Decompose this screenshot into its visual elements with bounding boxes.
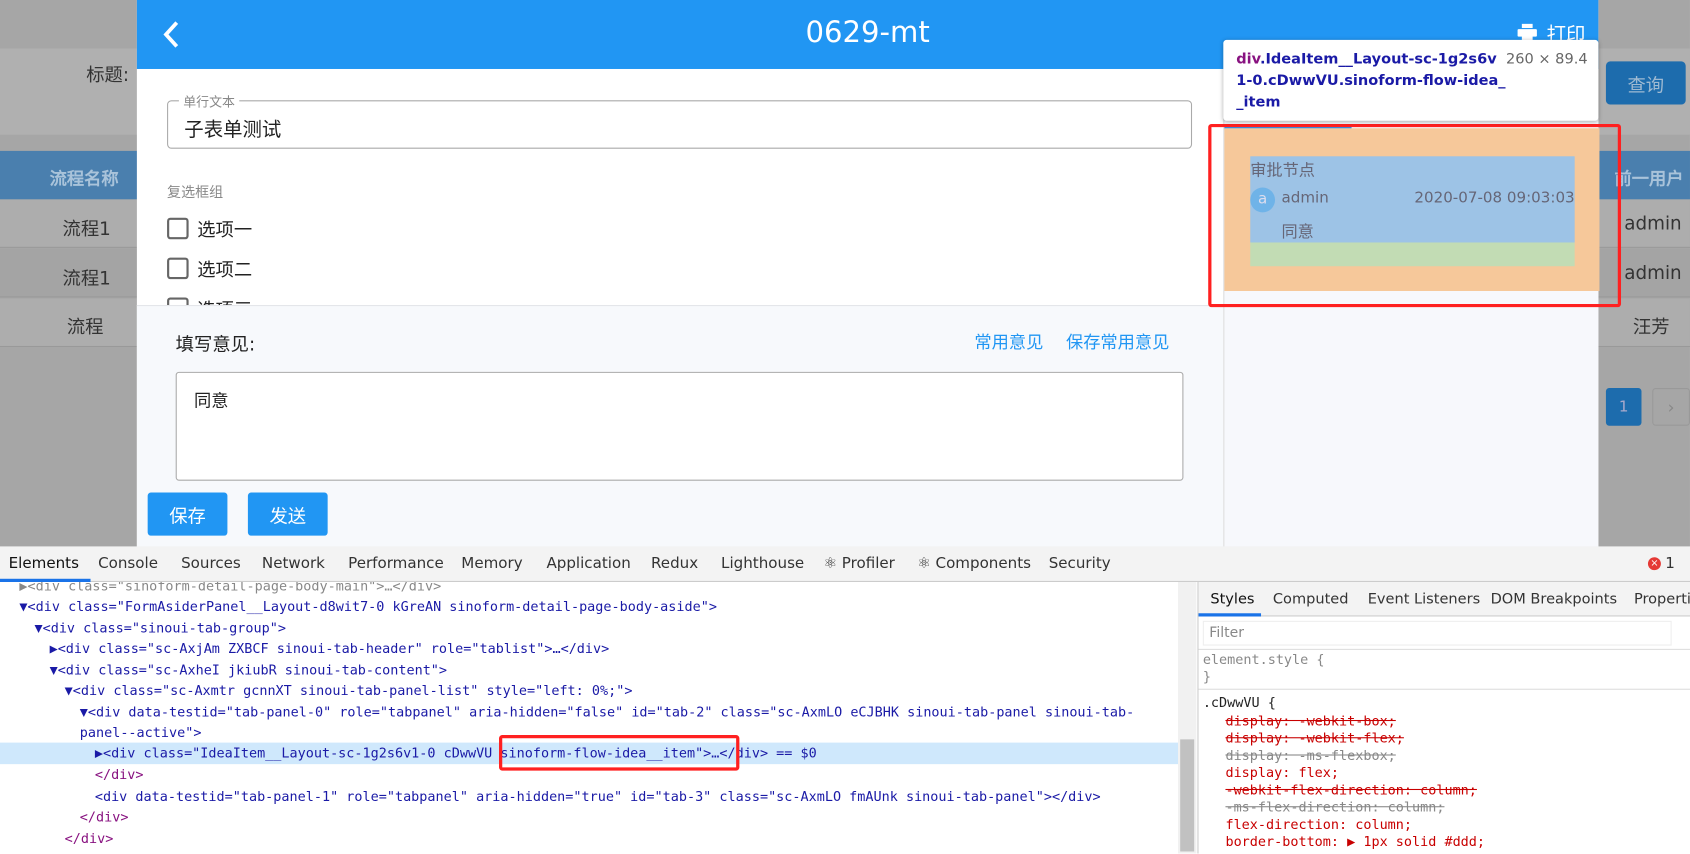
- next-page-button[interactable]: ›: [1652, 388, 1690, 426]
- dom-line[interactable]: ▼<div class="FormAsiderPanel__Layout-d8w…: [19, 596, 717, 618]
- style-declaration[interactable]: display: flex;: [1225, 764, 1339, 780]
- style-declaration[interactable]: display: -ms-flexbox;: [1225, 747, 1395, 763]
- style-declaration[interactable]: display: -webkit-flex;: [1225, 730, 1403, 746]
- devtools-tab-bar: Elements Console Sources Network Perform…: [0, 546, 1690, 583]
- checkbox[interactable]: [167, 257, 189, 279]
- tooltip-selector: .IdeaItem__Layout-sc-1g2s6v1-0.cDwwVU.si…: [1236, 50, 1506, 112]
- checkbox-group-label: 复选框组: [167, 185, 224, 202]
- option-label: 选项一: [197, 219, 253, 242]
- tab-memory[interactable]: Memory: [461, 555, 522, 572]
- tab-properties[interactable]: Properties: [1634, 591, 1690, 608]
- tab-performance[interactable]: Performance: [348, 555, 444, 572]
- dom-scrollbar[interactable]: [1178, 582, 1197, 854]
- style-declaration[interactable]: flex-direction: column;: [1225, 816, 1412, 832]
- styles-filter-input[interactable]: Filter: [1202, 620, 1672, 646]
- tab-styles[interactable]: Styles: [1210, 591, 1254, 608]
- dom-line[interactable]: ▼<div data-testid="tab-panel-0" role="ta…: [80, 702, 1134, 724]
- tab-computed[interactable]: Computed: [1273, 591, 1349, 608]
- style-rule-selector[interactable]: .cDwwVU {: [1203, 694, 1276, 710]
- style-declaration[interactable]: display: -webkit-box;: [1225, 712, 1395, 728]
- field-value: 子表单测试: [184, 118, 282, 142]
- dom-line[interactable]: ▼<div class="sc-AxheI jkiubR sinoui-tab-…: [50, 660, 447, 682]
- tab-elements[interactable]: Elements: [9, 555, 79, 572]
- style-rule-close: }: [1202, 668, 1211, 685]
- send-button[interactable]: 发送: [247, 492, 328, 536]
- page-1-button[interactable]: 1: [1605, 388, 1642, 426]
- dom-line[interactable]: </div>: [80, 806, 129, 828]
- cell-name: 流程: [66, 316, 104, 339]
- cell-user: admin: [1624, 262, 1682, 285]
- tooltip-tag: div: [1236, 50, 1260, 68]
- style-declaration[interactable]: -ms-flex-direction: column;: [1225, 799, 1444, 815]
- opinion-section: 填写意见: 常用意见 保存常用意见 同意 保存 发送: [136, 305, 1224, 547]
- cell-name: 流程1: [62, 268, 111, 290]
- tab-components[interactable]: ⚛ Components: [917, 555, 1031, 572]
- checkbox[interactable]: [167, 217, 189, 239]
- dom-line: panel--active">: [79, 724, 202, 741]
- common-opinion-link[interactable]: 常用意见: [974, 328, 1043, 354]
- col-header-user: 前一用户: [1614, 168, 1684, 189]
- query-button[interactable]: 查询: [1605, 61, 1686, 105]
- dom-line[interactable]: ▼<div class="sc-Axmtr gcnnXT sinoui-tab-…: [65, 680, 633, 702]
- opinion-textarea[interactable]: 同意: [175, 371, 1184, 481]
- tab-network[interactable]: Network: [262, 555, 325, 572]
- error-icon[interactable]: ×: [1647, 557, 1661, 571]
- cell-name: 流程1: [62, 218, 111, 241]
- style-declaration[interactable]: -webkit-flex-direction: column;: [1225, 781, 1476, 797]
- tab-dom-breakpoints[interactable]: DOM Breakpoints: [1491, 591, 1617, 608]
- tab-application[interactable]: Application: [546, 555, 630, 572]
- dom-line[interactable]: <div data-testid="tab-panel-1" role="tab…: [95, 786, 1101, 808]
- dom-line[interactable]: ▼<div class="sinoui-tab-group">: [34, 618, 285, 640]
- tooltip-size: 260 × 89.4: [1505, 50, 1588, 68]
- field-label: 单行文本: [178, 92, 240, 112]
- save-common-opinion-link[interactable]: 保存常用意见: [1066, 328, 1169, 354]
- dom-line[interactable]: ▶<div class="sinoform-detail-page-body-m…: [19, 582, 441, 597]
- tab-lighthouse[interactable]: Lighthouse: [721, 555, 804, 572]
- save-button[interactable]: 保存: [147, 492, 228, 536]
- title-label: 标题:: [86, 64, 130, 87]
- print-icon[interactable]: [1517, 23, 1537, 41]
- dom-line[interactable]: </div>: [65, 828, 114, 850]
- sidebar-tabs: Styles Computed Event Listeners DOM Brea…: [1198, 582, 1690, 617]
- option-label: 选项二: [197, 259, 253, 282]
- style-declaration[interactable]: border-bottom: ▶ 1px solid #ddd;: [1225, 833, 1485, 849]
- tab-profiler[interactable]: ⚛ Profiler: [823, 555, 894, 572]
- active-tab-indicator: [1198, 613, 1262, 617]
- style-rule-selector: element.style {: [1202, 650, 1325, 668]
- tab-console[interactable]: Console: [98, 555, 158, 572]
- dom-line[interactable]: </div>: [95, 764, 144, 786]
- error-count[interactable]: 1: [1665, 555, 1675, 572]
- checkbox-option-2[interactable]: 选项二: [167, 254, 252, 281]
- col-header-name: 流程名称: [49, 168, 119, 189]
- cell-user: 汪芳: [1632, 316, 1670, 339]
- tab-event-listeners[interactable]: Event Listeners: [1368, 591, 1480, 608]
- tab-security[interactable]: Security: [1049, 555, 1111, 572]
- checkbox-option-1[interactable]: 选项一: [167, 214, 252, 241]
- tab-redux[interactable]: Redux: [651, 555, 698, 572]
- inspector-tooltip: div.IdeaItem__Layout-sc-1g2s6v1-0.cDwwVU…: [1223, 39, 1599, 121]
- cell-user: admin: [1624, 213, 1682, 235]
- annotation-box: [499, 735, 740, 771]
- annotation-box: [1208, 123, 1622, 308]
- tab-sources[interactable]: Sources: [181, 555, 241, 572]
- dom-tree: ▶<div class="sinoform-detail-page-body-m…: [0, 582, 1179, 854]
- dom-line[interactable]: ▶<div class="sc-AxjAm ZXBCF sinoui-tab-h…: [50, 638, 610, 660]
- opinion-label: 填写意见:: [175, 334, 256, 356]
- single-line-text-field[interactable]: 单行文本 子表单测试: [167, 92, 1193, 149]
